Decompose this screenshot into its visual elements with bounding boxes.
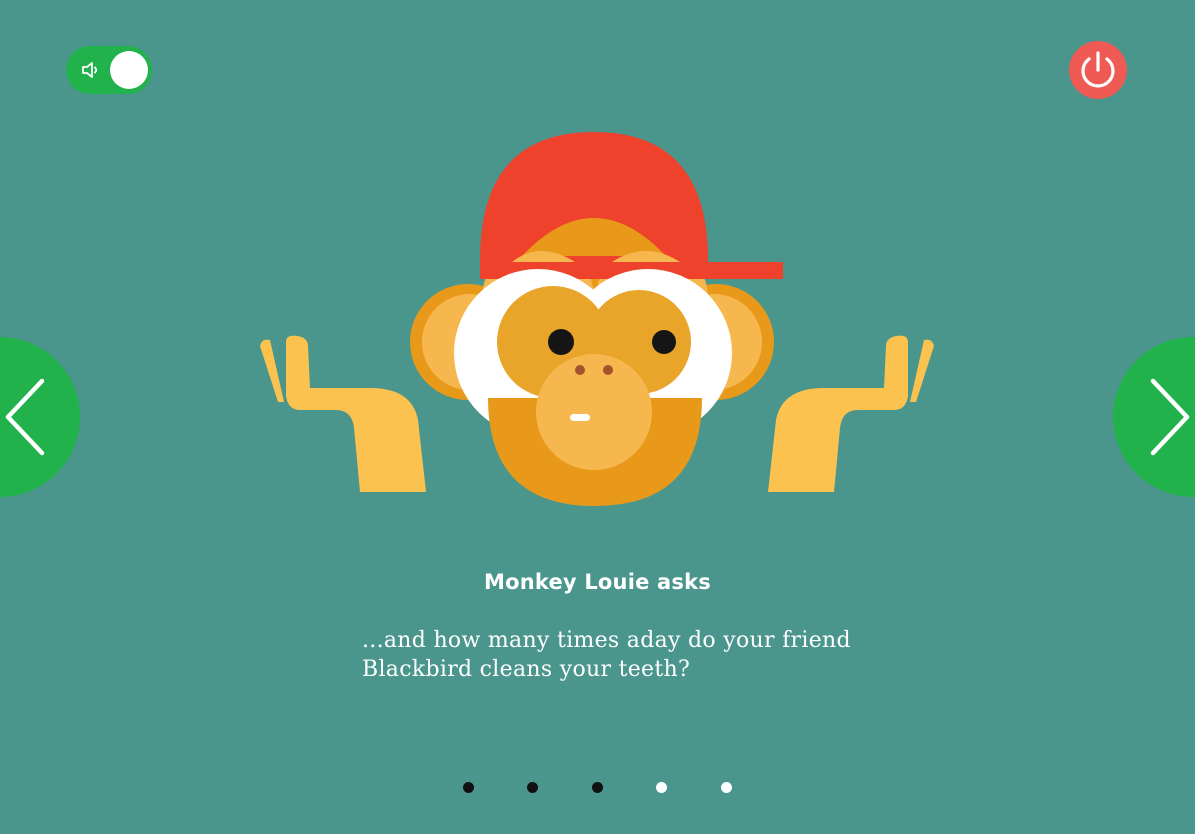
right-eye <box>652 330 676 354</box>
previous-button[interactable] <box>0 337 80 497</box>
left-eye <box>548 329 574 355</box>
page-dot-3[interactable] <box>592 782 603 793</box>
red-cap <box>480 132 783 279</box>
sound-toggle[interactable] <box>66 46 152 94</box>
slide-title: Monkey Louie asks <box>484 570 711 594</box>
speaker-icon <box>82 62 98 78</box>
power-icon <box>1081 51 1115 88</box>
page-dot-5[interactable] <box>721 782 732 793</box>
page-dot-1[interactable] <box>463 782 474 793</box>
page-dot-4[interactable] <box>656 782 667 793</box>
chevron-left-icon <box>5 378 45 456</box>
power-button[interactable] <box>1069 41 1127 99</box>
page-dot-2[interactable] <box>527 782 538 793</box>
muzzle <box>536 354 652 470</box>
next-button[interactable] <box>1113 337 1195 497</box>
left-hand <box>260 335 426 492</box>
mouth <box>570 414 590 421</box>
pagination-dots <box>462 782 742 794</box>
right-hand <box>768 335 934 492</box>
slide-text: ...and how many times aday do your frien… <box>362 628 851 682</box>
slide-screen: Monkey Louie asks ...and how many times … <box>0 0 1195 834</box>
toggle-knob <box>110 51 148 89</box>
monkey-illustration <box>260 132 934 506</box>
chevron-right-icon <box>1150 378 1190 456</box>
